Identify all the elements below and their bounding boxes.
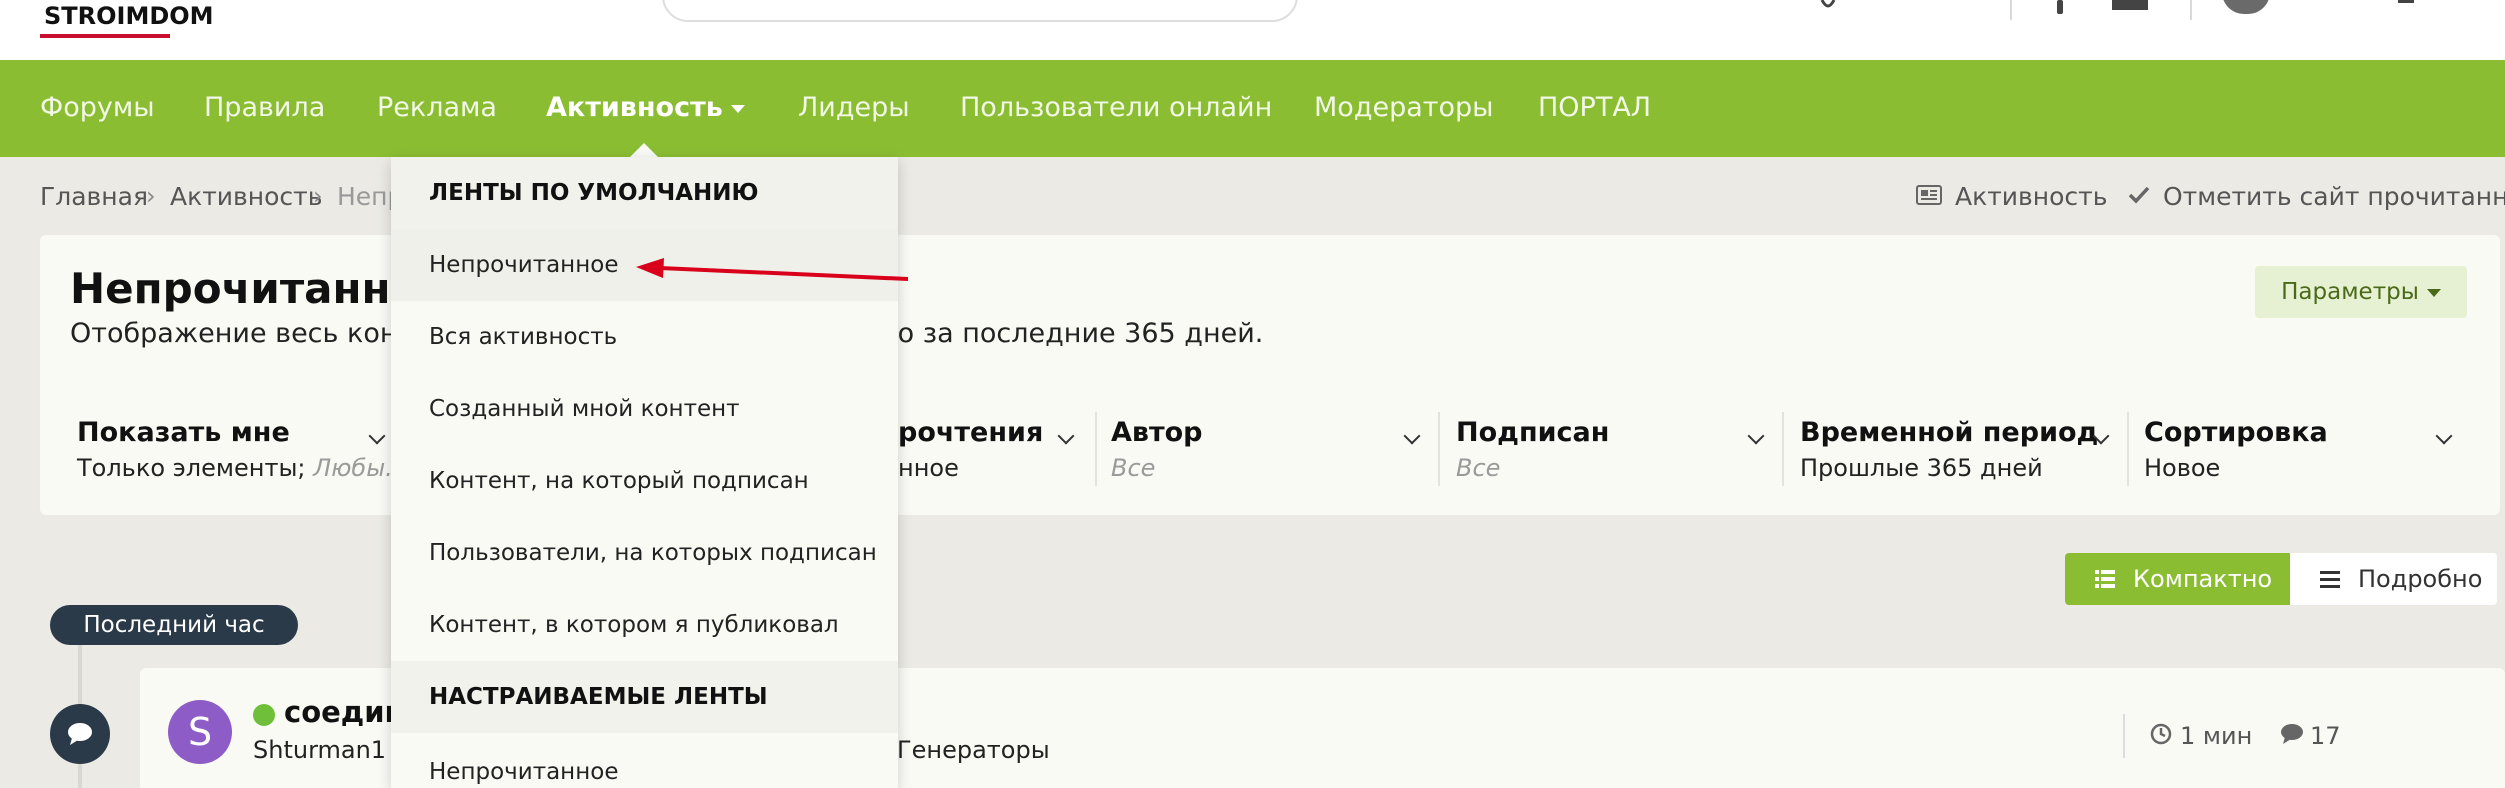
filter-sort-label[interactable]: Сортировка xyxy=(2144,417,2328,448)
check-icon xyxy=(2128,186,2150,204)
author-avatar[interactable]: S xyxy=(168,700,232,764)
newspaper-icon xyxy=(1916,185,1942,205)
search-input[interactable] xyxy=(662,0,1298,22)
dropdown-item-unread[interactable]: Непрочитанное xyxy=(391,229,898,301)
notification-icon[interactable] xyxy=(1818,0,1838,20)
nav-item-moderators[interactable]: Модераторы xyxy=(1314,92,1493,123)
caret-down-icon xyxy=(2426,288,2441,297)
filter-subscribed-label[interactable]: Подписан xyxy=(1456,417,1609,448)
site-logo[interactable]: STROIMDOM xyxy=(40,0,214,38)
item-comment-count[interactable]: 17 xyxy=(2310,722,2341,750)
page-description-tail: но за последние 365 дней. xyxy=(880,318,1264,349)
toolbar-divider xyxy=(2190,0,2192,20)
clock-icon xyxy=(2150,723,2172,745)
item-title[interactable]: соедин xyxy=(284,695,405,729)
filter-divider xyxy=(1782,412,1784,486)
filter-read-status-value: нное xyxy=(898,454,959,482)
filter-sort-value: Новое xyxy=(2144,454,2221,482)
activity-dropdown-menu: ЛЕНТЫ ПО УМОЛЧАНИЮ Непрочитанное Вся акт… xyxy=(391,157,898,788)
dropdown-item-custom-unread[interactable]: Непрочитанное xyxy=(391,733,898,788)
view-detailed-label: Подробно xyxy=(2358,565,2483,593)
item-author[interactable]: Shturman1 с xyxy=(253,736,407,764)
page-description: Отображение весь конт xyxy=(70,318,414,349)
dropdown-item-followed-content[interactable]: Контент, на который подписан xyxy=(391,445,898,517)
timeline-bubble xyxy=(50,704,110,764)
breadcrumb-activity[interactable]: Активность xyxy=(170,182,322,211)
filter-author-label[interactable]: Автор xyxy=(1111,417,1203,448)
breadcrumb-home[interactable]: Главная xyxy=(40,182,148,211)
chevron-right-icon: › xyxy=(313,182,323,210)
nav-item-activity[interactable]: Активность xyxy=(546,92,745,123)
dropdown-item-followed-users[interactable]: Пользователи, на которых подписан xyxy=(391,517,898,589)
phone-icon[interactable] xyxy=(2053,0,2067,20)
nav-item-leaders[interactable]: Лидеры xyxy=(798,92,910,123)
nav-item-activity-label: Активность xyxy=(546,92,723,123)
filter-subscribed-value: Все xyxy=(1456,454,1501,482)
filter-divider xyxy=(1438,412,1440,486)
activity-link[interactable]: Активность xyxy=(1955,182,2107,211)
dropdown-item-all-activity[interactable]: Вся активность xyxy=(391,301,898,373)
caret-down-icon xyxy=(730,104,745,113)
filter-read-status-label[interactable]: рочтения xyxy=(898,417,1043,448)
dropdown-section-custom: НАСТРАИВАЕМЫЕ ЛЕНТЫ xyxy=(391,661,898,733)
item-time: 1 мин xyxy=(2180,722,2253,750)
view-compact-label: Компактно xyxy=(2133,565,2273,593)
filter-show-me-value: Только элементы; Любы... xyxy=(77,454,408,482)
parameters-button-label: Параметры xyxy=(2281,279,2419,305)
menu-icon[interactable] xyxy=(2398,0,2414,20)
page-title: Непрочитанно xyxy=(70,264,420,313)
stat-divider xyxy=(2123,714,2125,758)
filter-divider xyxy=(1095,412,1097,486)
dropdown-item-posted-content[interactable]: Контент, в котором я публиковал xyxy=(391,589,898,661)
chevron-right-icon: › xyxy=(146,182,156,210)
dropdown-item-my-content[interactable]: Созданный мной контент xyxy=(391,373,898,445)
comment-icon xyxy=(68,723,92,745)
filter-show-me-label[interactable]: Показать мне xyxy=(77,417,290,448)
list-icon xyxy=(2095,570,2115,588)
nav-item-users-online[interactable]: Пользователи онлайн xyxy=(960,92,1272,123)
messages-icon[interactable] xyxy=(2110,0,2150,20)
filter-time-period-label[interactable]: Временной период xyxy=(1800,417,2098,448)
filter-author-value: Все xyxy=(1111,454,1156,482)
comments-icon xyxy=(2281,724,2303,744)
view-detailed-button[interactable]: Подробно xyxy=(2290,553,2497,605)
filter-show-me-value-text: Только элементы; xyxy=(77,454,306,482)
filter-time-period-value: Прошлые 365 дней xyxy=(1800,454,2043,482)
dropdown-section-default: ЛЕНТЫ ПО УМОЛЧАНИЮ xyxy=(391,157,898,229)
filter-divider xyxy=(2127,412,2129,486)
mark-site-read-link[interactable]: Отметить сайт прочитанным xyxy=(2163,182,2505,211)
parameters-button[interactable]: Параметры xyxy=(2255,266,2467,318)
nav-item-forums[interactable]: Форумы xyxy=(40,92,155,123)
nav-item-rules[interactable]: Правила xyxy=(204,92,325,123)
view-compact-button[interactable]: Компактно xyxy=(2065,553,2290,605)
bars-icon xyxy=(2320,571,2340,588)
logo-text: STROIMDOM xyxy=(44,2,214,30)
online-status-dot xyxy=(253,704,275,726)
item-forum[interactable]: Генераторы xyxy=(897,736,1050,764)
nav-item-portal[interactable]: ПОРТАЛ xyxy=(1538,92,1651,123)
toolbar-divider xyxy=(2010,0,2012,20)
nav-item-ads[interactable]: Реклама xyxy=(377,92,497,123)
time-badge: Последний час xyxy=(50,605,298,645)
